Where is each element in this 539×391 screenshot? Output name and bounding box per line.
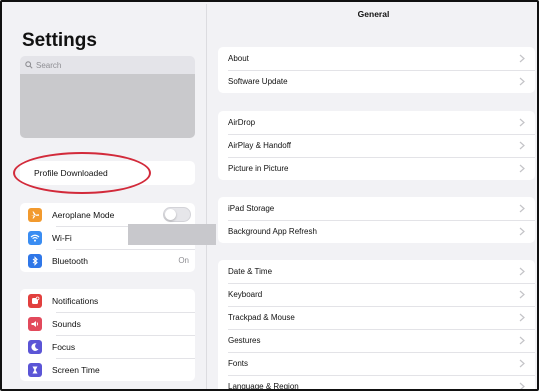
sidebar-group-notifications: Notifications Sounds Focus Screen Time — [20, 289, 195, 381]
list-item-label: AirDrop — [228, 118, 256, 127]
bell-icon — [28, 293, 42, 308]
list-item-about[interactable]: About — [218, 47, 535, 70]
list-item-airdrop[interactable]: AirDrop — [218, 111, 535, 134]
sidebar-item-label: Focus — [52, 341, 76, 352]
wifi-icon — [28, 230, 42, 245]
list-item-label: Language & Region — [228, 382, 299, 391]
search-placeholder: Search — [36, 60, 62, 70]
chevron-right-icon — [519, 141, 525, 150]
sidebar-item-bluetooth[interactable]: Bluetooth On — [20, 249, 195, 272]
general-group-sharing: AirDrop AirPlay & Handoff Picture in Pic… — [218, 111, 535, 180]
chevron-right-icon — [519, 227, 525, 236]
list-item-fonts[interactable]: Fonts — [218, 352, 535, 375]
aeroplane-mode-toggle[interactable] — [163, 207, 191, 222]
list-item-label: Gestures — [228, 336, 261, 345]
general-pane: General About Software Update AirDrop Ai… — [208, 4, 537, 391]
sidebar-item-label: Screen Time — [52, 364, 100, 375]
list-item-software-update[interactable]: Software Update — [218, 70, 535, 93]
list-item-gestures[interactable]: Gestures — [218, 329, 535, 352]
list-item-label: AirPlay & Handoff — [228, 141, 291, 150]
list-item-label: Fonts — [228, 359, 249, 368]
airplane-icon — [28, 207, 42, 222]
page-title: General — [357, 9, 390, 19]
chevron-right-icon — [519, 267, 525, 276]
list-item-date-time[interactable]: Date & Time — [218, 260, 535, 283]
sidebar-item-label: Sounds — [52, 318, 81, 329]
list-item-label: Software Update — [228, 77, 288, 86]
bluetooth-icon — [28, 253, 42, 268]
list-item-airplay-handoff[interactable]: AirPlay & Handoff — [218, 134, 535, 157]
list-item-label: Date & Time — [228, 267, 273, 276]
toggle-knob — [165, 209, 176, 220]
sidebar-item-label: Notifications — [52, 295, 99, 306]
sidebar-item-label: Wi-Fi — [52, 232, 72, 243]
profile-downloaded-label: Profile Downloaded — [34, 168, 108, 178]
chevron-right-icon — [519, 382, 525, 389]
list-item-label: Keyboard — [228, 290, 263, 299]
sidebar-item-profile-downloaded[interactable]: Profile Downloaded — [20, 161, 195, 185]
sidebar-item-label: Aeroplane Mode — [52, 209, 115, 220]
sidebar-item-label: Bluetooth — [52, 255, 88, 266]
chevron-right-icon — [519, 164, 525, 173]
bluetooth-status: On — [178, 256, 189, 265]
chevron-right-icon — [519, 290, 525, 299]
list-item-label: About — [228, 54, 249, 63]
list-item-background-app-refresh[interactable]: Background App Refresh — [218, 220, 535, 243]
list-item-label: Picture in Picture — [228, 164, 289, 173]
apple-id-card-redacted[interactable] — [20, 74, 195, 138]
list-item-trackpad-mouse[interactable]: Trackpad & Mouse — [218, 306, 535, 329]
list-item-ipad-storage[interactable]: iPad Storage — [218, 197, 535, 220]
sidebar-title: Settings — [22, 30, 97, 51]
search-field[interactable]: Search — [20, 56, 195, 74]
list-item-label: iPad Storage — [228, 204, 275, 213]
general-group-keyboard: Date & Time Keyboard Trackpad & Mouse Ge… — [218, 260, 535, 391]
sidebar-item-screen-time[interactable]: Screen Time — [20, 358, 195, 381]
general-group-about: About Software Update — [218, 47, 535, 93]
list-item-label: Background App Refresh — [228, 227, 317, 236]
sidebar-item-aeroplane-mode[interactable]: Aeroplane Mode — [20, 203, 195, 226]
list-item-language-region[interactable]: Language & Region — [218, 375, 535, 391]
redaction-block — [128, 224, 216, 245]
chevron-right-icon — [519, 204, 525, 213]
chevron-right-icon — [519, 54, 525, 63]
sidebar-item-sounds[interactable]: Sounds — [20, 312, 195, 335]
moon-icon — [28, 339, 42, 354]
chevron-right-icon — [519, 77, 525, 86]
sidebar-item-focus[interactable]: Focus — [20, 335, 195, 358]
chevron-right-icon — [519, 336, 525, 345]
chevron-right-icon — [519, 118, 525, 127]
chevron-right-icon — [519, 313, 525, 322]
chevron-right-icon — [519, 359, 525, 368]
sidebar: Settings Search Profile Downloaded Aerop… — [4, 4, 207, 389]
sidebar-item-notifications[interactable]: Notifications — [20, 289, 195, 312]
general-group-storage: iPad Storage Background App Refresh — [218, 197, 535, 243]
list-item-label: Trackpad & Mouse — [228, 313, 295, 322]
hourglass-icon — [28, 362, 42, 377]
search-icon — [25, 61, 33, 69]
settings-window: Settings Search Profile Downloaded Aerop… — [0, 0, 539, 391]
speaker-icon — [28, 316, 42, 331]
list-item-picture-in-picture[interactable]: Picture in Picture — [218, 157, 535, 180]
list-item-keyboard[interactable]: Keyboard — [218, 283, 535, 306]
